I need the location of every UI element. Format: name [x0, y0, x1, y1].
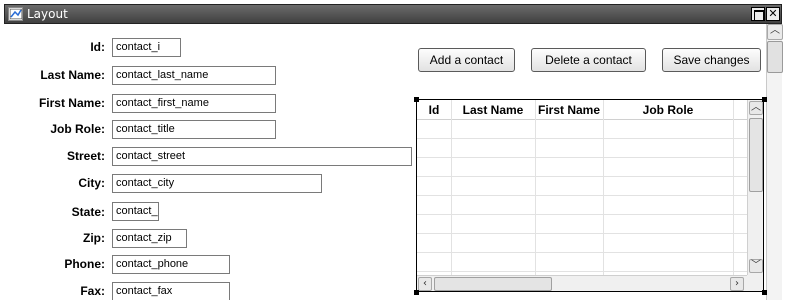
- phone-field[interactable]: contact_phone: [112, 255, 230, 274]
- street-field[interactable]: contact_street: [112, 147, 412, 166]
- table-row[interactable]: [417, 139, 747, 158]
- column-divider: [451, 100, 452, 275]
- table-row[interactable]: [417, 253, 747, 272]
- grid-header: Id Last Name First Name Job Role: [417, 100, 747, 120]
- selection-handle[interactable]: [762, 290, 767, 295]
- column-header-first-name[interactable]: First Name: [535, 100, 603, 120]
- city-field[interactable]: contact_city: [112, 174, 322, 193]
- selection-handle[interactable]: [762, 97, 767, 102]
- delete-contact-button[interactable]: Delete a contact: [531, 48, 646, 72]
- grid-vertical-scrollbar[interactable]: ︿ ﹀: [747, 100, 763, 275]
- add-contact-button[interactable]: Add a contact: [418, 48, 515, 72]
- last-name-label: Last Name:: [40, 68, 105, 82]
- chevron-down-icon[interactable]: ﹀: [749, 259, 763, 273]
- contacts-grid[interactable]: Id Last Name First Name Job Role ︿ ﹀ ‹ ›: [416, 99, 764, 292]
- close-icon[interactable]: ✕: [766, 7, 780, 21]
- grid-body[interactable]: [417, 120, 747, 275]
- job-role-label: Job Role:: [50, 122, 105, 136]
- zip-label: Zip:: [83, 231, 105, 245]
- save-changes-button[interactable]: Save changes: [662, 48, 761, 72]
- table-row[interactable]: [417, 120, 747, 139]
- column-header-id[interactable]: Id: [417, 100, 451, 120]
- fax-field[interactable]: contact_fax: [112, 282, 230, 300]
- table-row[interactable]: [417, 177, 747, 196]
- id-label: Id:: [90, 40, 105, 54]
- first-name-label: First Name:: [38, 96, 105, 110]
- table-row[interactable]: [417, 234, 747, 253]
- table-row[interactable]: [417, 196, 747, 215]
- maximize-icon[interactable]: [751, 7, 765, 21]
- scroll-thumb[interactable]: [767, 41, 783, 73]
- city-label: City:: [78, 176, 105, 190]
- window-vertical-scrollbar[interactable]: ︿: [766, 24, 783, 300]
- fax-label: Fax:: [80, 284, 105, 298]
- column-divider: [603, 100, 604, 275]
- window-titlebar[interactable]: Layout ✕: [4, 4, 782, 24]
- phone-label: Phone:: [64, 257, 105, 271]
- last-name-field[interactable]: contact_last_name: [112, 66, 276, 85]
- scrollbar-corner: [747, 275, 763, 291]
- id-field[interactable]: contact_i: [112, 38, 181, 57]
- selection-handle[interactable]: [414, 290, 419, 295]
- grid-horizontal-scrollbar[interactable]: ‹ ›: [417, 275, 747, 291]
- column-divider: [535, 100, 536, 275]
- job-role-field[interactable]: contact_title: [112, 120, 276, 139]
- table-row[interactable]: [417, 215, 747, 234]
- chevron-right-icon[interactable]: ›: [730, 277, 744, 291]
- grid-vertical-thumb[interactable]: [749, 118, 763, 192]
- column-header-job-role[interactable]: Job Role: [603, 100, 733, 120]
- state-field[interactable]: contact_: [112, 202, 159, 221]
- chevron-up-icon[interactable]: ︿: [749, 101, 763, 115]
- table-row[interactable]: [417, 158, 747, 177]
- chevron-left-icon[interactable]: ‹: [418, 277, 432, 291]
- scroll-up-icon[interactable]: ︿: [767, 24, 783, 40]
- street-label: Street:: [66, 149, 105, 163]
- grid-horizontal-thumb[interactable]: [434, 277, 552, 291]
- zip-field[interactable]: contact_zip: [112, 229, 187, 248]
- first-name-field[interactable]: contact_first_name: [112, 94, 276, 113]
- state-label: State:: [71, 205, 105, 219]
- column-header-last-name[interactable]: Last Name: [451, 100, 535, 120]
- selection-handle[interactable]: [414, 97, 419, 102]
- column-divider: [733, 100, 734, 275]
- window-icon: [8, 7, 23, 21]
- window-title: Layout: [27, 7, 68, 21]
